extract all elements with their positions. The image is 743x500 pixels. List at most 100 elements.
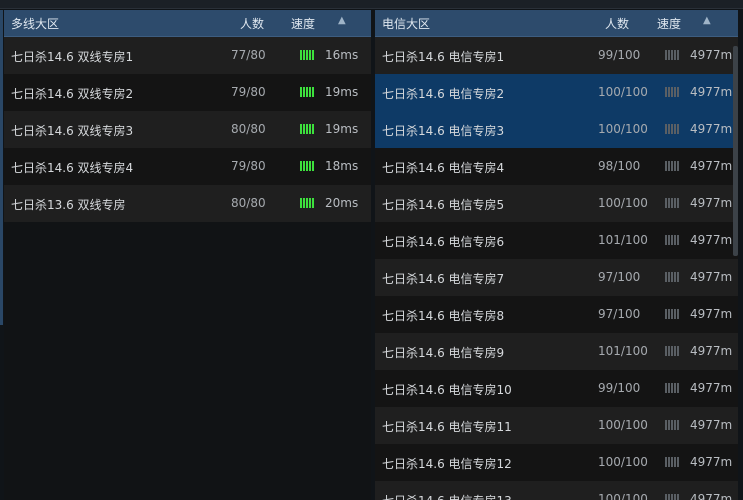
signal-icon — [665, 198, 679, 208]
server-row[interactable]: 七日杀13.6 双线专房 80/80 20ms — [4, 185, 371, 222]
server-row[interactable]: 七日杀14.6 电信专房9 101/100 4977m — [375, 333, 738, 370]
signal-icon — [300, 50, 314, 60]
telecom-server-list: 电信大区 人数 速度 ▲ 七日杀14.6 电信专房1 99/100 4977m 七日杀… — [375, 10, 738, 500]
server-row[interactable]: 七日杀14.6 双线专房2 79/80 19ms — [4, 74, 371, 111]
ping-value: 18ms — [325, 159, 359, 173]
multi-line-list-header: 多线大区 人数 速度 ▲ — [4, 10, 371, 37]
top-bar — [0, 0, 743, 9]
multi-line-server-list: 多线大区 人数 速度 ▲ 七日杀14.6 双线专房1 77/80 16ms 七日杀14… — [4, 10, 371, 500]
signal-icon — [665, 309, 679, 319]
signal-icon — [300, 161, 314, 171]
ping-value: 4977m — [690, 307, 733, 321]
server-row[interactable]: 七日杀14.6 电信专房2 100/100 4977m — [375, 74, 738, 111]
player-count: 100/100 — [598, 418, 648, 432]
server-name: 七日杀14.6 电信专房5 — [382, 198, 505, 212]
ping-value: 4977m — [690, 48, 733, 62]
ping-value: 19ms — [325, 122, 359, 136]
ping-value: 20ms — [325, 196, 359, 210]
signal-icon — [665, 272, 679, 282]
signal-icon — [665, 346, 679, 356]
player-count: 100/100 — [598, 196, 648, 210]
server-row[interactable]: 七日杀14.6 电信专房8 97/100 4977m — [375, 296, 738, 333]
multi-line-region-header[interactable]: 多线大区 — [11, 15, 59, 32]
signal-icon — [665, 383, 679, 393]
ping-value: 4977m — [690, 270, 733, 284]
ping-value: 4977m — [690, 455, 733, 469]
ping-value: 4977m — [690, 159, 733, 173]
scrollbar[interactable] — [733, 46, 738, 256]
ping-value: 4977m — [690, 492, 733, 500]
sort-up-icon[interactable]: ▲ — [703, 15, 711, 26]
server-name: 七日杀14.6 电信专房12 — [382, 457, 512, 471]
left-edge-strip — [0, 10, 3, 325]
ping-value: 4977m — [690, 381, 733, 395]
player-count: 79/80 — [231, 85, 266, 99]
signal-icon — [665, 124, 679, 134]
server-name: 七日杀13.6 双线专房 — [11, 198, 126, 212]
signal-icon — [665, 161, 679, 171]
player-count: 97/100 — [598, 307, 641, 321]
server-row[interactable]: 七日杀14.6 电信专房6 101/100 4977m — [375, 222, 738, 259]
server-row[interactable]: 七日杀14.6 双线专房1 77/80 16ms — [4, 37, 371, 74]
server-row[interactable]: 七日杀14.6 电信专房5 100/100 4977m — [375, 185, 738, 222]
server-name: 七日杀14.6 电信专房10 — [382, 383, 512, 397]
player-count: 101/100 — [598, 233, 648, 247]
server-name: 七日杀14.6 电信专房9 — [382, 346, 505, 360]
player-count: 100/100 — [598, 492, 648, 500]
ping-value: 16ms — [325, 48, 359, 62]
ping-value: 4977m — [690, 85, 733, 99]
sort-up-icon[interactable]: ▲ — [338, 15, 346, 26]
player-count: 100/100 — [598, 455, 648, 469]
signal-icon — [300, 87, 314, 97]
ping-value: 4977m — [690, 196, 733, 210]
speed-column-header[interactable]: 速度 — [657, 15, 681, 32]
player-count: 79/80 — [231, 159, 266, 173]
server-name: 七日杀14.6 电信专房13 — [382, 492, 512, 500]
server-name: 七日杀14.6 电信专房2 — [382, 87, 505, 101]
ping-value: 4977m — [690, 344, 733, 358]
server-row[interactable]: 七日杀14.6 电信专房12 100/100 4977m — [375, 444, 738, 481]
server-row[interactable]: 七日杀14.6 电信专房13 100/100 4977m — [375, 481, 738, 500]
server-name: 七日杀14.6 电信专房1 — [382, 50, 505, 64]
signal-icon — [300, 124, 314, 134]
server-row[interactable]: 七日杀14.6 电信专房1 99/100 4977m — [375, 37, 738, 74]
signal-icon — [300, 198, 314, 208]
server-name: 七日杀14.6 双线专房2 — [11, 87, 134, 101]
server-name: 七日杀14.6 电信专房8 — [382, 309, 505, 323]
server-row[interactable]: 七日杀14.6 电信专房11 100/100 4977m — [375, 407, 738, 444]
server-name: 七日杀14.6 电信专房7 — [382, 272, 505, 286]
server-row[interactable]: 七日杀14.6 双线专房4 79/80 18ms — [4, 148, 371, 185]
signal-icon — [665, 50, 679, 60]
server-name: 七日杀14.6 电信专房3 — [382, 124, 505, 138]
player-count: 98/100 — [598, 159, 641, 173]
server-row[interactable]: 七日杀14.6 电信专房3 100/100 4977m — [375, 111, 738, 148]
player-count: 100/100 — [598, 122, 648, 136]
ping-value: 4977m — [690, 122, 733, 136]
telecom-region-header[interactable]: 电信大区 — [382, 15, 430, 32]
ping-value: 4977m — [690, 233, 733, 247]
players-column-header[interactable]: 人数 — [605, 15, 629, 32]
server-row[interactable]: 七日杀14.6 双线专房3 80/80 19ms — [4, 111, 371, 148]
player-count: 100/100 — [598, 85, 648, 99]
ping-value: 4977m — [690, 418, 733, 432]
signal-icon — [665, 457, 679, 467]
server-name: 七日杀14.6 双线专房4 — [11, 161, 134, 175]
server-name: 七日杀14.6 电信专房4 — [382, 161, 505, 175]
players-column-header[interactable]: 人数 — [240, 15, 264, 32]
player-count: 97/100 — [598, 270, 641, 284]
player-count: 80/80 — [231, 122, 266, 136]
server-row[interactable]: 七日杀14.6 电信专房7 97/100 4977m — [375, 259, 738, 296]
speed-column-header[interactable]: 速度 — [291, 15, 315, 32]
server-name: 七日杀14.6 双线专房1 — [11, 50, 134, 64]
server-name: 七日杀14.6 电信专房6 — [382, 235, 505, 249]
telecom-list-header: 电信大区 人数 速度 ▲ — [375, 10, 738, 37]
signal-icon — [665, 420, 679, 430]
signal-icon — [665, 494, 679, 500]
player-count: 77/80 — [231, 48, 266, 62]
server-name: 七日杀14.6 双线专房3 — [11, 124, 134, 138]
player-count: 99/100 — [598, 48, 641, 62]
player-count: 80/80 — [231, 196, 266, 210]
server-row[interactable]: 七日杀14.6 电信专房10 99/100 4977m — [375, 370, 738, 407]
player-count: 99/100 — [598, 381, 641, 395]
server-row[interactable]: 七日杀14.6 电信专房4 98/100 4977m — [375, 148, 738, 185]
